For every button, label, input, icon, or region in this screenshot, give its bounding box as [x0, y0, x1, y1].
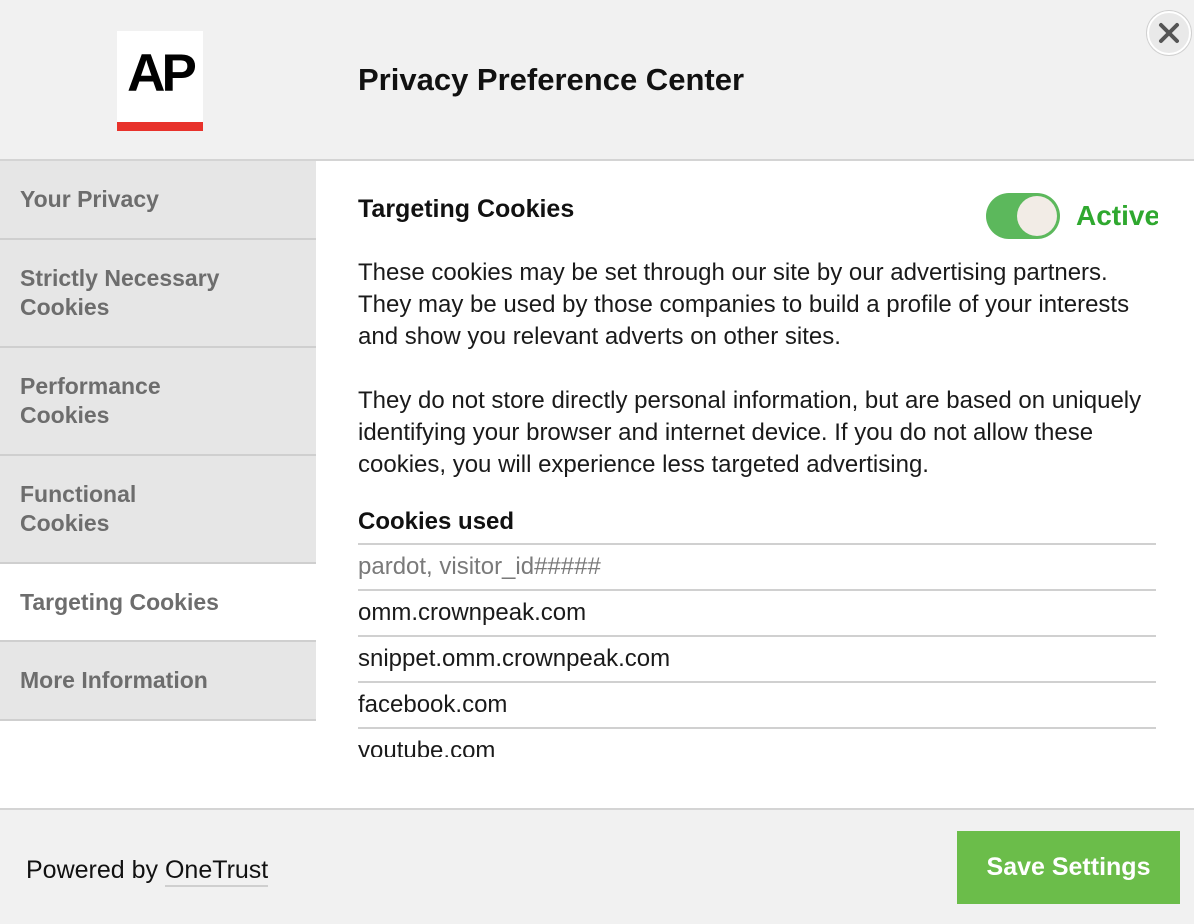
sidebar: Your Privacy Strictly Necessary Cookies … [0, 161, 316, 721]
sidebar-item-your-privacy[interactable]: Your Privacy [0, 161, 316, 240]
close-button[interactable] [1147, 11, 1191, 55]
save-settings-button[interactable]: Save Settings [957, 831, 1180, 904]
onetrust-link[interactable]: OneTrust [164, 856, 269, 887]
sidebar-item-targeting[interactable]: Targeting Cookies [0, 564, 316, 642]
page-title: Privacy Preference Center [358, 62, 745, 97]
sidebar-item-performance[interactable]: Performance Cookies [0, 348, 316, 456]
description-paragraph: These cookies may be set through our sit… [358, 259, 1130, 350]
sidebar-item-label: Strictly Necessary Cookies [20, 265, 220, 320]
cookie-item: pardot, visitor_id##### [358, 543, 1156, 589]
logo-red-bar [117, 122, 203, 131]
logo-text: AP [127, 44, 197, 103]
sidebar-item-label: Targeting Cookies [20, 588, 219, 615]
content-panel: Targeting Cookies Active These cookies m… [358, 161, 1158, 757]
sidebar-item-functional[interactable]: Functional Cookies [0, 456, 316, 564]
cookie-list: pardot, visitor_id##### omm.crownpeak.co… [358, 543, 1156, 757]
active-toggle[interactable] [986, 193, 1060, 239]
sidebar-item-label: Your Privacy [20, 186, 159, 212]
cookie-item: snippet.omm.crownpeak.com [358, 635, 1156, 681]
powered-by-text: Powered by [26, 856, 159, 884]
sidebar-item-label: More Information [20, 667, 208, 693]
header: AP Privacy Preference Center [0, 0, 1194, 161]
cookie-item: youtube.com [358, 727, 1156, 757]
sidebar-item-more-information[interactable]: More Information [0, 642, 316, 721]
close-icon [1159, 23, 1179, 43]
cookies-used-heading: Cookies used [358, 508, 515, 535]
sidebar-item-strictly-necessary[interactable]: Strictly Necessary Cookies [0, 240, 316, 348]
description-paragraph: They do not store directly personal info… [358, 387, 1142, 478]
footer: Powered by OneTrust Save Settings [0, 808, 1194, 924]
powered-by: Powered by OneTrust [26, 856, 269, 887]
sidebar-item-label: Functional Cookies [20, 481, 137, 536]
ap-logo: AP [117, 31, 203, 131]
sidebar-item-label: Performance Cookies [20, 373, 161, 428]
toggle-knob [1017, 196, 1057, 236]
section-title: Targeting Cookies [358, 195, 575, 223]
cookie-item: omm.crownpeak.com [358, 589, 1156, 635]
status-label: Active [1076, 200, 1158, 231]
cookie-item: facebook.com [358, 681, 1156, 727]
